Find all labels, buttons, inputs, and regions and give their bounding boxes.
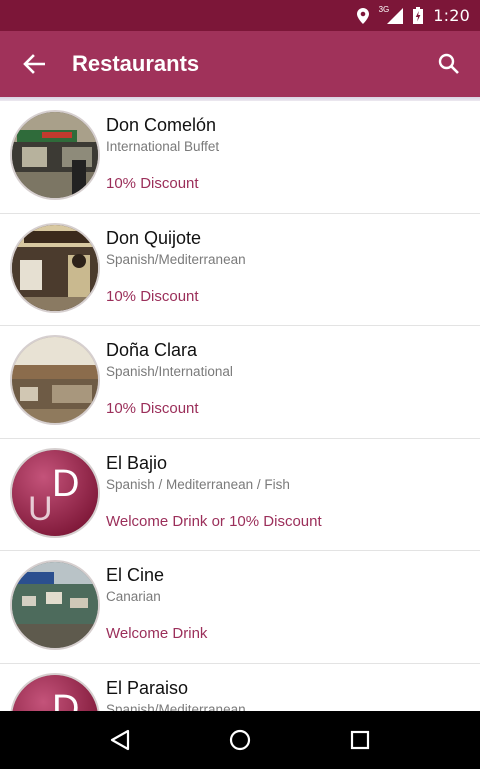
restaurant-name: El Paraiso bbox=[106, 677, 189, 698]
search-button[interactable] bbox=[418, 31, 480, 97]
restaurant-item-don-quijote[interactable]: Don Quijote Spanish/Mediterranean 10% Di… bbox=[0, 214, 480, 326]
restaurant-item-el-bajio[interactable]: D U El Bajio Spanish / Mediterranean / F… bbox=[0, 439, 480, 551]
clock: 1:20 bbox=[433, 6, 470, 25]
restaurant-name: Don Quijote bbox=[106, 227, 202, 248]
restaurant-list[interactable]: Don Comelón International Buffet 10% Dis… bbox=[0, 101, 480, 711]
restaurant-name: El Cine bbox=[106, 565, 165, 585]
page-title: Restaurants bbox=[72, 51, 200, 76]
restaurant-cuisine: Canarian bbox=[106, 589, 161, 604]
restaurant-name: Don Comelón bbox=[106, 115, 217, 135]
restaurant-offer: 10% Discount bbox=[106, 175, 199, 192]
restaurant-offer: Welcome Drink bbox=[106, 625, 208, 642]
svg-text:U: U bbox=[28, 490, 53, 528]
restaurant-offer: Welcome Drink or 10% Discount bbox=[106, 512, 322, 530]
restaurant-item-don-comelon[interactable]: Don Comelón International Buffet 10% Dis… bbox=[0, 101, 480, 214]
restaurant-photo bbox=[10, 222, 100, 313]
search-icon bbox=[438, 53, 459, 74]
restaurant-cuisine: Spanish/International bbox=[106, 364, 233, 379]
signal-icon: 3G bbox=[378, 5, 404, 24]
restaurant-cuisine: Spanish/Mediterranean bbox=[106, 251, 246, 267]
restaurant-cuisine: International Buffet bbox=[106, 139, 220, 154]
battery-icon bbox=[413, 7, 424, 24]
svg-text:D: D bbox=[52, 688, 79, 712]
app-bar: Restaurants bbox=[0, 31, 480, 97]
recents-square-icon bbox=[350, 730, 370, 750]
home-circle-icon bbox=[229, 729, 251, 751]
system-nav-bar bbox=[0, 711, 480, 769]
location-icon bbox=[356, 7, 369, 24]
nav-back-button[interactable] bbox=[100, 720, 140, 760]
restaurant-name: El Bajio bbox=[106, 452, 168, 473]
restaurant-offer: 10% Discount bbox=[106, 400, 199, 417]
arrow-left-icon bbox=[23, 54, 45, 74]
restaurant-logo: D U bbox=[10, 447, 100, 538]
restaurant-photo bbox=[10, 335, 100, 425]
back-button[interactable] bbox=[0, 31, 68, 97]
svg-text:D: D bbox=[52, 463, 79, 505]
restaurant-cuisine: Spanish / Mediterranean / Fish bbox=[106, 476, 290, 492]
restaurant-logo: D U bbox=[10, 672, 100, 712]
restaurant-name: Doña Clara bbox=[106, 340, 198, 360]
restaurant-cuisine: Spanish/Mediterranean bbox=[106, 701, 246, 712]
restaurant-item-el-paraiso[interactable]: D U El Paraiso Spanish/Mediterranean bbox=[0, 664, 480, 712]
back-triangle-icon bbox=[110, 729, 130, 751]
nav-recents-button[interactable] bbox=[340, 720, 380, 760]
restaurant-photo bbox=[10, 560, 100, 650]
nav-home-button[interactable] bbox=[220, 720, 260, 760]
restaurant-photo bbox=[10, 110, 100, 200]
restaurant-item-dona-clara[interactable]: Doña Clara Spanish/International 10% Dis… bbox=[0, 326, 480, 439]
restaurant-offer: 10% Discount bbox=[106, 287, 199, 305]
status-bar: 3G 1:20 bbox=[0, 0, 480, 31]
network-type-label: 3G bbox=[378, 5, 390, 14]
restaurant-item-el-cine[interactable]: El Cine Canarian Welcome Drink bbox=[0, 551, 480, 664]
